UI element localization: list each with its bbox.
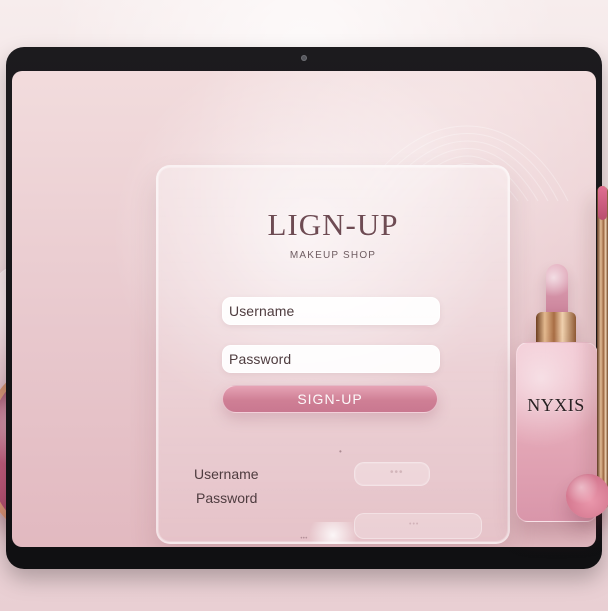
page-title: LIGN-UP — [267, 207, 399, 242]
shop-subtitle: MAKEUP SHOP — [289, 250, 377, 261]
page: LIGN-UP MAKEUP SHOP Username Password SI… — [0, 0, 608, 611]
username-field[interactable]: Username — [222, 297, 440, 325]
secondary-username-label: Username — [194, 466, 259, 482]
username-field-label: Username — [229, 303, 295, 319]
signup-card: LIGN-UP MAKEUP SHOP Username Password SI… — [156, 165, 510, 544]
secondary-password-label: Password — [196, 490, 258, 506]
tablet-screen: LIGN-UP MAKEUP SHOP Username Password SI… — [12, 71, 596, 547]
secondary-password-placeholder: ••• — [409, 521, 420, 528]
secondary-username-placeholder: ••• — [390, 467, 404, 478]
secondary-username-field[interactable]: ••• — [354, 462, 430, 486]
password-field[interactable]: Password — [222, 345, 440, 373]
password-field-label: Password — [229, 351, 292, 367]
small-decorative-mark: • — [339, 447, 342, 456]
footer-fine-print: ••• — [300, 536, 308, 542]
product-brand-label: NYXIS — [527, 395, 585, 415]
camera-dot-icon — [301, 55, 307, 61]
tablet-device: LIGN-UP MAKEUP SHOP Username Password SI… — [6, 47, 602, 569]
signup-button[interactable]: SIGN-UP — [222, 385, 438, 413]
